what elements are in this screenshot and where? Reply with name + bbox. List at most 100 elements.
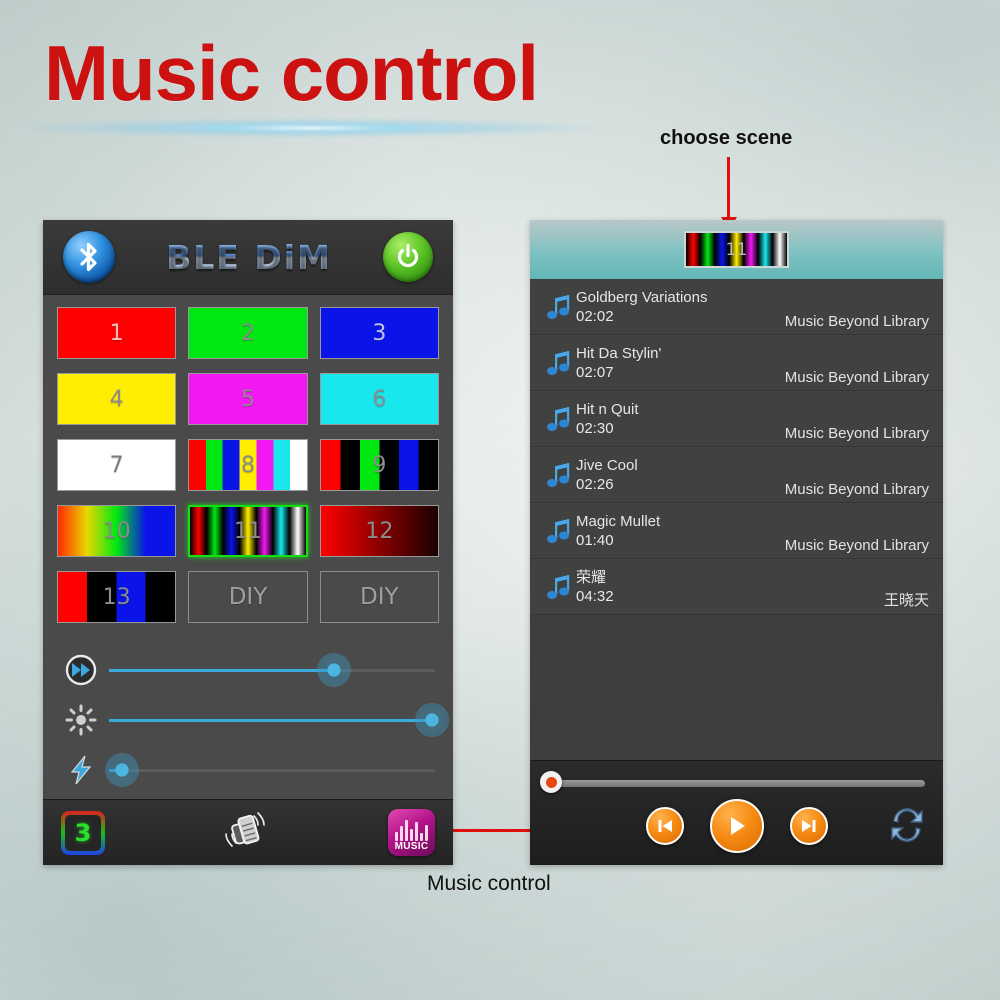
app-title: BLE DiM bbox=[166, 237, 332, 277]
music-note-icon bbox=[542, 461, 576, 489]
player-controls-bar bbox=[530, 760, 943, 865]
slider-track-flash[interactable] bbox=[105, 753, 435, 787]
scene-button-diy[interactable]: DIY bbox=[319, 571, 439, 623]
scene-button-label: 11 bbox=[233, 518, 262, 544]
next-track-icon[interactable] bbox=[789, 807, 828, 845]
scene-button-9[interactable]: 9 bbox=[319, 439, 439, 491]
repeat-icon[interactable] bbox=[885, 804, 929, 851]
scene-button-label: 5 bbox=[240, 386, 255, 412]
slider-track-brightness[interactable] bbox=[109, 703, 449, 737]
scene-button-diy[interactable]: DIY bbox=[188, 571, 308, 623]
music-note-icon bbox=[542, 405, 576, 433]
scene-button-3[interactable]: 3 bbox=[319, 307, 439, 359]
scene-button-10[interactable]: 10 bbox=[57, 505, 177, 557]
shake-phone-icon[interactable] bbox=[224, 809, 270, 856]
track-meta: Magic Mullet 01:40 bbox=[576, 512, 785, 550]
slider-track-speed[interactable] bbox=[109, 653, 435, 687]
slider-row-speed bbox=[59, 645, 437, 695]
track-album: 王晓天 bbox=[883, 592, 929, 609]
music-header: 11 bbox=[530, 220, 943, 279]
progress-track bbox=[548, 780, 925, 787]
scene-button-13[interactable]: 13 bbox=[57, 571, 177, 623]
track-list-item[interactable]: Jive Cool 02:26 Music Beyond Library bbox=[530, 447, 943, 503]
track-list-item[interactable]: Hit n Quit 02:30 Music Beyond Library bbox=[530, 391, 943, 447]
slider-row-brightness bbox=[59, 695, 449, 745]
lightning-icon[interactable] bbox=[59, 754, 103, 786]
scene-button-6[interactable]: 6 bbox=[319, 373, 439, 425]
scene-button-label: DIY bbox=[360, 584, 399, 610]
page-title: Music control bbox=[44, 29, 539, 117]
music-note-icon bbox=[542, 293, 576, 321]
brightness-icon[interactable] bbox=[59, 704, 103, 736]
track-list-item[interactable]: 荣耀 04:32 王晓天 bbox=[530, 559, 943, 615]
scene-button-7[interactable]: 7 bbox=[57, 439, 177, 491]
scene-button-grid: 1 2 3 4 5 6 7 8 9 10 11 12 13 DIY DIY bbox=[43, 295, 453, 631]
nav-scene-count-badge[interactable]: 3 bbox=[61, 810, 105, 855]
track-list-item[interactable]: Hit Da Stylin' 02:07 Music Beyond Library bbox=[530, 335, 943, 391]
track-list-item[interactable]: Goldberg Variations 02:02 Music Beyond Lib… bbox=[530, 279, 943, 335]
track-meta: Goldberg Variations 02:02 bbox=[576, 288, 785, 326]
slider-fill bbox=[109, 668, 334, 672]
power-icon[interactable] bbox=[382, 232, 433, 282]
scene-button-label: 10 bbox=[102, 518, 131, 544]
scene-button-4[interactable]: 4 bbox=[57, 373, 177, 425]
music-equalizer-icon[interactable]: MUSIC bbox=[388, 809, 435, 856]
scene-selector-button[interactable]: 11 bbox=[684, 231, 789, 268]
track-album: Music Beyond Library bbox=[784, 313, 929, 330]
slide-canvas: Music control choose scene Music control… bbox=[0, 0, 1000, 1000]
progress-knob[interactable] bbox=[540, 771, 562, 793]
scene-button-label: 4 bbox=[109, 386, 124, 412]
scene-button-label: DIY bbox=[228, 584, 268, 610]
track-list-item[interactable]: Magic Mullet 01:40 Music Beyond Library bbox=[530, 503, 943, 559]
scene-button-label: 9 bbox=[372, 452, 387, 478]
scene-button-label: 7 bbox=[109, 452, 124, 478]
scene-button-1[interactable]: 1 bbox=[57, 307, 177, 359]
track-album: Music Beyond Library bbox=[784, 537, 929, 554]
scene-button-label: 8 bbox=[240, 452, 255, 478]
slider-fill bbox=[109, 718, 432, 722]
slider-knob-brightness[interactable] bbox=[414, 703, 449, 737]
slider-knob-flash[interactable] bbox=[105, 753, 140, 787]
scene-button-12[interactable]: 12 bbox=[319, 505, 439, 557]
previous-track-icon[interactable] bbox=[645, 807, 684, 845]
track-meta: Jive Cool 02:26 bbox=[576, 456, 785, 494]
track-name: Hit Da Stylin' bbox=[576, 344, 662, 362]
scene-button-2[interactable]: 2 bbox=[188, 307, 308, 359]
track-meta: Hit n Quit 02:30 bbox=[576, 400, 785, 438]
bottom-navigation-bar: 3 MUSIC bbox=[43, 799, 453, 865]
track-duration: 02:30 bbox=[576, 419, 614, 437]
track-name: Hit n Quit bbox=[576, 400, 639, 418]
slider-controls bbox=[43, 631, 453, 805]
track-meta: Hit Da Stylin' 02:07 bbox=[576, 344, 785, 382]
fast-forward-icon[interactable] bbox=[59, 654, 103, 686]
transport-controls bbox=[530, 795, 943, 857]
annotation-choose-scene: choose scene bbox=[660, 127, 793, 149]
music-note-icon bbox=[542, 517, 576, 545]
annotation-music-control: Music control bbox=[427, 872, 551, 895]
slider-row-flash bbox=[59, 745, 437, 795]
bluetooth-icon[interactable] bbox=[63, 231, 115, 283]
track-album: Music Beyond Library bbox=[784, 425, 929, 442]
scene-button-11[interactable]: 11 bbox=[188, 505, 308, 557]
slider-knob-speed[interactable] bbox=[316, 653, 351, 687]
scene-button-label: 3 bbox=[372, 320, 387, 346]
play-icon[interactable] bbox=[709, 799, 764, 853]
track-album: Music Beyond Library bbox=[784, 481, 929, 498]
playback-progress-slider[interactable] bbox=[540, 771, 925, 793]
ble-dim-app-screen: BLE DiM 1 2 3 4 5 6 7 8 9 10 11 12 13 DIY DIY 3 bbox=[43, 220, 453, 865]
track-list: Goldberg Variations 02:02 Music Beyond Lib… bbox=[530, 279, 943, 615]
app-header: BLE DiM bbox=[43, 220, 453, 295]
scene-button-5[interactable]: 5 bbox=[188, 373, 308, 425]
track-name: Jive Cool bbox=[576, 456, 638, 474]
track-duration: 02:26 bbox=[576, 475, 614, 493]
track-name: Goldberg Variations bbox=[576, 288, 708, 306]
music-note-icon bbox=[542, 349, 576, 377]
music-button-label: MUSIC bbox=[394, 841, 429, 852]
equalizer-bars bbox=[395, 820, 428, 841]
arrow-to-scene-selector bbox=[727, 157, 730, 219]
track-meta: 荣耀 04:32 bbox=[576, 568, 884, 606]
track-duration: 01:40 bbox=[576, 531, 614, 549]
music-player-screen: 11 Goldberg Variations 02:02 Music Beyond … bbox=[530, 220, 943, 865]
scene-button-label: 2 bbox=[240, 320, 255, 346]
scene-button-8[interactable]: 8 bbox=[188, 439, 308, 491]
